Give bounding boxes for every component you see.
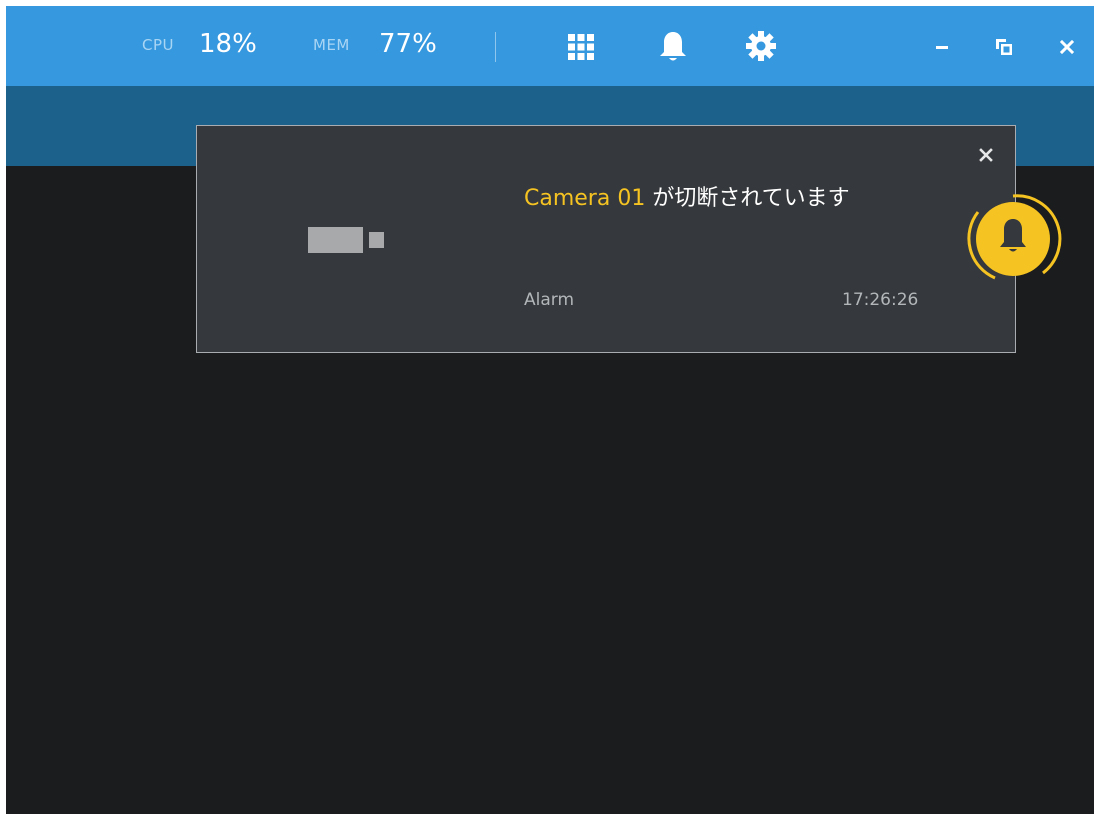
- camera-icon: [307, 226, 387, 256]
- cpu-label: CPU: [142, 36, 174, 54]
- cpu-value: 18%: [199, 29, 257, 59]
- grid-icon[interactable]: [566, 32, 596, 62]
- event-time: 17:26:26: [842, 290, 919, 310]
- app-window: CPU 18% MEM 77% Camera 01 が切断されています Alar…: [6, 6, 1094, 814]
- restore-icon[interactable]: [991, 34, 1017, 60]
- camera-name: Camera 01: [524, 186, 646, 211]
- bell-icon: [967, 194, 1062, 280]
- notification-message: Camera 01 が切断されています: [524, 180, 850, 212]
- alarm-bell-button[interactable]: [958, 184, 1068, 294]
- mem-label: MEM: [313, 36, 350, 54]
- disconnect-notification[interactable]: Camera 01 が切断されています Alarm 17:26:26: [196, 125, 1016, 353]
- close-icon[interactable]: [1054, 34, 1080, 60]
- bell-icon[interactable]: [658, 30, 688, 64]
- divider: [495, 32, 496, 62]
- event-type: Alarm: [524, 290, 575, 310]
- minimize-icon[interactable]: [928, 34, 956, 60]
- message-text: が切断されています: [645, 186, 850, 211]
- close-icon[interactable]: [975, 144, 997, 166]
- top-bar: CPU 18% MEM 77%: [6, 6, 1094, 86]
- gear-icon[interactable]: [745, 30, 777, 62]
- mem-value: 77%: [379, 29, 437, 59]
